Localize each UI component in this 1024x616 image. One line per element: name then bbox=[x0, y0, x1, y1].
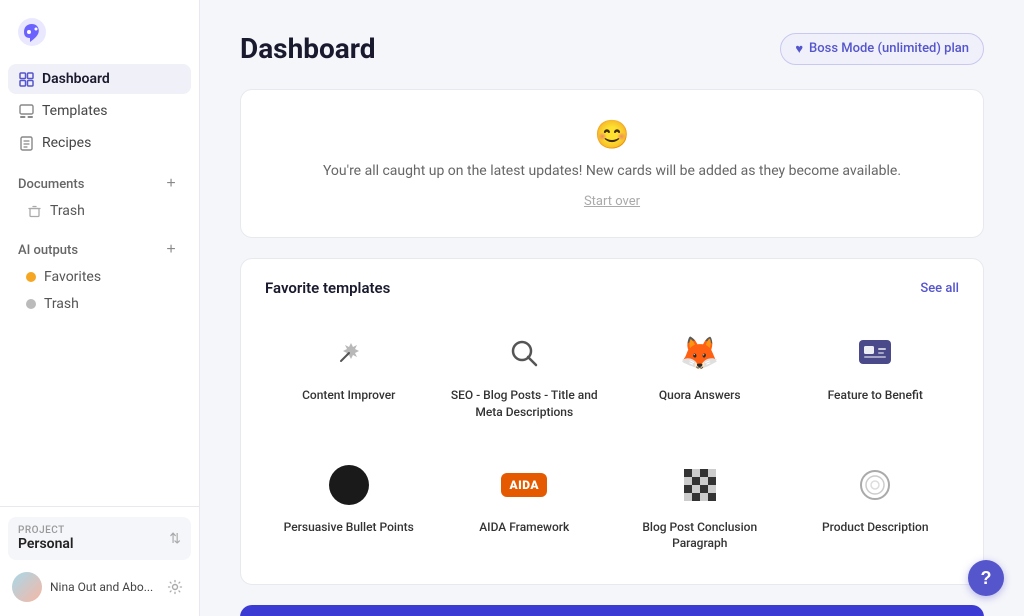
question-mark-icon: ? bbox=[981, 568, 992, 589]
sidebar-item-templates[interactable]: Templates bbox=[8, 96, 191, 126]
template-quora[interactable]: 🦊 Quora Answers bbox=[616, 317, 784, 433]
template-aida[interactable]: AIDA AIDA Framework bbox=[441, 449, 609, 565]
user-name: Nina Out and Abo... bbox=[50, 580, 163, 594]
content-improver-label: Content Improver bbox=[302, 387, 395, 404]
project-selector[interactable]: PROJECT Personal ⇅ bbox=[8, 517, 191, 560]
ai-trash-label: Trash bbox=[44, 296, 79, 312]
ai-outputs-section-header: AI outputs + bbox=[8, 230, 191, 264]
help-button[interactable]: ? bbox=[968, 560, 1004, 596]
seo-blog-icon bbox=[500, 329, 548, 377]
sidebar-bottom: PROJECT Personal ⇅ Nina Out and Abo... bbox=[0, 506, 199, 616]
update-card: 😊 You're all caught up on the latest upd… bbox=[240, 89, 984, 238]
update-text: You're all caught up on the latest updat… bbox=[261, 161, 963, 182]
swag-card: Want Jasper Swag? Are you a content writ… bbox=[240, 605, 984, 616]
app-logo bbox=[16, 16, 48, 48]
quora-icon: 🦊 bbox=[676, 329, 724, 377]
templates-header: Favorite templates See all bbox=[265, 279, 959, 297]
sidebar-item-ai-trash[interactable]: Trash bbox=[8, 291, 191, 317]
seo-blog-label: SEO - Blog Posts - Title and Meta Descri… bbox=[449, 387, 601, 421]
logo-area bbox=[0, 0, 199, 60]
sidebar-item-documents-trash[interactable]: Trash bbox=[8, 198, 191, 224]
start-over-link[interactable]: Start over bbox=[584, 194, 640, 209]
documents-label: Documents bbox=[18, 177, 84, 192]
sidebar-item-templates-label: Templates bbox=[42, 103, 108, 119]
see-all-link[interactable]: See all bbox=[920, 281, 959, 296]
documents-trash-label: Trash bbox=[50, 203, 85, 219]
heart-icon: ♥ bbox=[795, 41, 803, 57]
template-feature-benefit[interactable]: Feature to Benefit bbox=[792, 317, 960, 433]
sidebar-item-dashboard-label: Dashboard bbox=[42, 71, 110, 87]
sidebar-item-dashboard[interactable]: Dashboard bbox=[8, 64, 191, 94]
template-product-desc[interactable]: Product Description bbox=[792, 449, 960, 565]
boss-mode-label: Boss Mode (unlimited) plan bbox=[809, 41, 969, 56]
project-label-text: PROJECT bbox=[18, 525, 74, 536]
trash-icon-documents bbox=[26, 203, 42, 219]
template-seo-blog[interactable]: SEO - Blog Posts - Title and Meta Descri… bbox=[441, 317, 609, 433]
product-desc-label: Product Description bbox=[822, 519, 929, 536]
quora-label: Quora Answers bbox=[659, 387, 741, 404]
project-name: Personal bbox=[18, 536, 74, 552]
ai-outputs-label: AI outputs bbox=[18, 243, 78, 258]
persuasive-icon bbox=[325, 461, 373, 509]
add-ai-output-button[interactable]: + bbox=[161, 240, 181, 260]
user-avatar bbox=[12, 572, 42, 602]
main-content: Dashboard ♥ Boss Mode (unlimited) plan 😊… bbox=[200, 0, 1024, 616]
aida-icon: AIDA bbox=[500, 461, 548, 509]
page-title: Dashboard bbox=[240, 32, 376, 65]
update-emoji: 😊 bbox=[261, 118, 963, 151]
product-desc-icon bbox=[851, 461, 899, 509]
sidebar-item-recipes-label: Recipes bbox=[42, 135, 91, 151]
project-info: PROJECT Personal bbox=[18, 525, 74, 552]
favorite-templates-card: Favorite templates See all Content Impro… bbox=[240, 258, 984, 585]
content-improver-icon bbox=[325, 329, 373, 377]
feature-benefit-icon bbox=[851, 329, 899, 377]
nav-menu: Dashboard Templates bbox=[0, 60, 199, 506]
favorites-dot bbox=[26, 272, 36, 282]
sidebar-item-recipes[interactable]: Recipes bbox=[8, 128, 191, 158]
sidebar: Dashboard Templates bbox=[0, 0, 200, 616]
persuasive-label: Persuasive Bullet Points bbox=[284, 519, 414, 536]
recipes-icon bbox=[18, 135, 34, 151]
feature-benefit-label: Feature to Benefit bbox=[828, 387, 923, 404]
blog-conclusion-icon bbox=[676, 461, 724, 509]
favorites-label: Favorites bbox=[44, 269, 101, 285]
sidebar-item-favorites[interactable]: Favorites bbox=[8, 264, 191, 290]
documents-section-header: Documents + bbox=[8, 164, 191, 198]
boss-mode-badge[interactable]: ♥ Boss Mode (unlimited) plan bbox=[780, 33, 984, 65]
dashboard-icon bbox=[18, 71, 34, 87]
user-row: Nina Out and Abo... bbox=[8, 568, 191, 606]
templates-icon bbox=[18, 103, 34, 119]
templates-grid: Content Improver SEO - Blog Posts - Titl… bbox=[265, 317, 959, 564]
template-persuasive[interactable]: Persuasive Bullet Points bbox=[265, 449, 433, 565]
blog-conclusion-label: Blog Post Conclusion Paragraph bbox=[624, 519, 776, 553]
ai-trash-dot bbox=[26, 299, 36, 309]
template-content-improver[interactable]: Content Improver bbox=[265, 317, 433, 433]
settings-button[interactable] bbox=[163, 575, 187, 599]
updown-icon: ⇅ bbox=[169, 531, 181, 547]
favorite-templates-title: Favorite templates bbox=[265, 279, 390, 297]
aida-label: AIDA Framework bbox=[479, 519, 569, 536]
main-header: Dashboard ♥ Boss Mode (unlimited) plan bbox=[240, 32, 984, 65]
add-document-button[interactable]: + bbox=[161, 174, 181, 194]
template-blog-conclusion[interactable]: Blog Post Conclusion Paragraph bbox=[616, 449, 784, 565]
